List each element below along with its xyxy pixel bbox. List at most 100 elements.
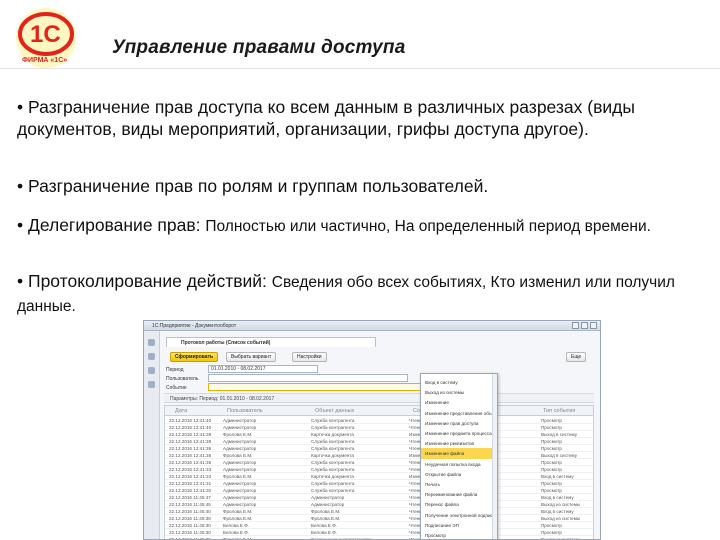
table-row[interactable]: 22.12.2016 12:41:38 Фролова Е.М. Карточка … [165,431,593,438]
1c-logo: 1С ФИРМА «1С» [6,4,92,70]
cell-date: 22.12.2016 11:45:29 [169,536,211,540]
table-row[interactable]: 22.12.2016 11:45:40 Фролова Е.М. Фролова Е… [165,508,593,515]
cell-user: Администратор [223,459,257,465]
bullet-logging: • Протоколирование действий: Сведения об… [17,270,707,318]
table-row[interactable]: 22.12.2016 12:41:36 Администратор Служба к… [165,445,593,452]
column-object[interactable]: Объект данных [315,408,354,414]
event-field[interactable] [208,383,422,391]
cell-date: 22.12.2016 12:41:35 [169,459,212,465]
table-row[interactable]: 22.12.2016 12:41:35 Администратор Служба к… [165,459,593,466]
cell-user: Администратор [223,501,257,507]
event-log-table: Дата Пользователь Объект данных Событие … [164,405,594,540]
column-user[interactable]: Пользователь [227,408,263,414]
cell-date: 22.12.2016 11:45:30 [169,529,211,535]
filter-event: Событие [164,383,594,392]
table-row[interactable]: 22.12.2016 12:41:30 Администратор Служба к… [165,487,593,494]
cell-user: Фролова Е.М. [223,473,253,479]
table-header: Дата Пользователь Объект данных Событие … [165,406,593,416]
cell-type: Вход в систему [541,494,574,500]
cell-date: 22.12.2016 12:41:40 [169,417,212,423]
more-button[interactable]: Еще [566,352,587,362]
window-controls [572,322,597,329]
cell-object: Служба контрагента [311,424,355,430]
period-field[interactable]: 01.01.2010 - 08.02.2017 [208,365,318,373]
table-row[interactable]: 22.12.2016 12:41:35 Фролова Е.М. Карточка … [165,452,593,459]
table-row[interactable]: 22.12.2016 11:45:30 Белова Е.Ф. Белова Е.Ф… [165,522,593,529]
cell-user: Администратор [223,494,257,500]
cell-type: Выход из системы [541,501,581,507]
cell-date: 22.12.2016 12:41:36 [169,445,212,451]
cell-type: Выход в систему [541,431,578,437]
cell-type: Просмотр [541,529,562,535]
generate-button[interactable]: Сформировать [170,352,219,362]
minimize-icon[interactable] [572,322,579,329]
cell-date: 22.12.2016 12:41:35 [169,452,212,458]
search-icon[interactable] [148,381,155,388]
choose-variant-button[interactable]: Выбрать вариант [226,352,277,362]
cell-object: Соглашение с контрагентом [311,536,372,540]
maximize-icon[interactable] [581,322,588,329]
favorites-icon[interactable] [148,353,155,360]
cell-object: Белова Е.Ф. [311,522,338,528]
cell-type: Просмотр [541,417,562,423]
column-event-type[interactable]: Тип события [543,408,575,414]
table-row[interactable]: 22.12.2016 11:45:38 Фролова Е.М. Фролова Е… [165,515,593,522]
table-row[interactable]: 22.12.2016 11:45:45 Администратор Админист… [165,501,593,508]
cell-object: Служба контрагента [311,480,355,486]
cell-type: Просмотр [541,522,562,528]
report-parameters: Параметры: Период: 01.01.2010 - 08.02.20… [164,393,594,403]
app-sidebar [144,331,160,539]
bullet-roles: • Разграничение прав по ролям и группам … [17,175,707,197]
history-icon[interactable] [148,367,155,374]
table-row[interactable]: 22.12.2016 12:41:33 Администратор Служба к… [165,466,593,473]
window-title: 1С:Предприятие - Документооборот [152,323,237,329]
table-row[interactable]: 22.12.2016 12:41:31 Администратор Служба к… [165,480,593,487]
cell-object: Белова Е.Ф. [311,529,338,535]
bullet-text: • Разграничение прав по ролям и группам … [17,176,489,196]
tab-event-log[interactable]: Протокол работы (Список событий) [166,337,376,347]
filter-period: Период 01.01.2010 - 08.02.2017 [164,365,594,374]
close-icon[interactable] [590,322,597,329]
cell-user: Администратор [223,438,257,444]
column-date[interactable]: Дата [175,408,187,414]
cell-type: Вход в систему [541,508,574,514]
settings-button[interactable]: Настройки [292,352,327,362]
dropdown-scrollbar[interactable] [492,374,497,539]
cell-date: 22.12.2016 12:41:40 [169,424,212,430]
cell-user: Фролова Е.М. [223,536,253,540]
cell-type: Вход в систему [541,473,574,479]
cell-object: Служба контрагента [311,445,355,451]
cell-object: Служба контрагента [311,487,355,493]
cell-type: Просмотр [541,459,562,465]
table-row[interactable]: 22.12.2016 12:41:38 Администратор Служба к… [165,438,593,445]
cell-date: 22.12.2016 12:41:33 [169,466,212,472]
dropdown-item[interactable]: Просмотр [421,530,497,539]
cell-type: Выход в систему [541,452,578,458]
event-type-dropdown[interactable]: Вход в систему Выход из системы Изменение И… [420,373,498,540]
table-row[interactable]: 22.12.2016 12:41:40 Администратор Служба к… [165,417,593,424]
cell-type: Выход из системы [541,536,581,540]
cell-date: 22.12.2016 11:45:30 [169,522,211,528]
bullet-text: • Протоколирование действий: [17,271,272,291]
cell-date: 22.12.2016 11:45:38 [169,515,211,521]
table-row[interactable]: 22.12.2016 11:45:30 Белова Е.Ф. Белова Е.Ф… [165,529,593,536]
table-row[interactable]: 22.12.2016 12:41:40 Администратор Служба к… [165,424,593,431]
app-titlebar: 1С:Предприятие - Документооборот [144,321,600,331]
report-toolbar: Сформировать Выбрать вариант Настройки Е… [164,351,594,363]
cell-type: Выход из системы [541,515,581,521]
filter-label: Пользователь [166,376,199,382]
user-field[interactable] [208,374,408,382]
cell-user: Белова Е.Ф. [223,522,250,528]
table-row[interactable]: 22.12.2016 12:41:33 Фролова Е.М. Карточка … [165,473,593,480]
table-row[interactable]: 22.12.2016 11:45:29 Фролова Е.М. Соглашени… [165,536,593,540]
cell-date: 22.12.2016 12:41:33 [169,473,212,479]
bullet-delegation: • Делегирование прав: Полностью или част… [17,214,707,238]
table-row[interactable]: 22.12.2016 11:45:47 Администратор Админист… [165,494,593,501]
filter-label: Событие [166,385,187,391]
cell-type: Просмотр [541,445,562,451]
filter-user: Пользователь [164,374,594,383]
cell-user: Фролова Е.М. [223,431,253,437]
params-text: Параметры: Период: 01.01.2010 - 08.02.20… [170,396,275,402]
bullet-text: • Разграничение прав доступа ко всем дан… [17,97,635,139]
home-icon[interactable] [148,339,155,346]
